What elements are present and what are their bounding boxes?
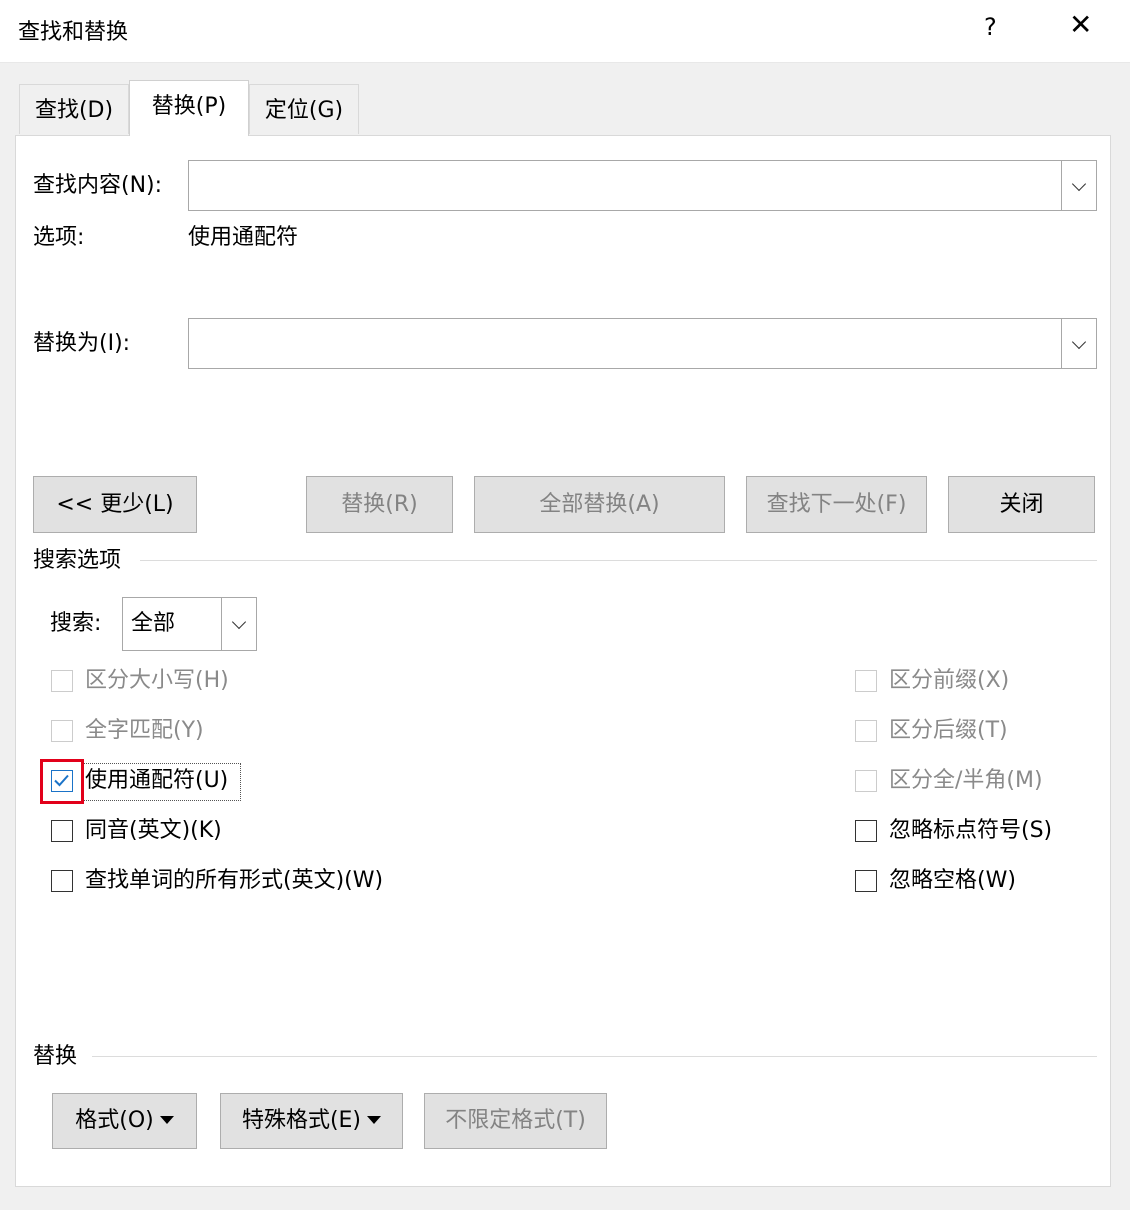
whole-word-checkbox[interactable] [51, 720, 73, 742]
find-next-button[interactable]: 查找下一处(F) [746, 476, 927, 533]
match-suffix-checkbox[interactable] [855, 720, 877, 742]
search-direction-select[interactable]: 全部 [122, 597, 257, 651]
search-direction-value: 全部 [131, 611, 176, 636]
match-width-label: 区分全/半角(M) [889, 768, 1043, 793]
match-case-label: 区分大小写(H) [85, 668, 229, 693]
replace-button[interactable]: 替换(R) [306, 476, 453, 533]
ignore-punctuation-checkbox[interactable] [855, 820, 877, 842]
tab-replace[interactable]: 替换(P) [129, 80, 249, 136]
dialog-title: 查找和替换 [18, 20, 129, 45]
find-combo[interactable] [188, 160, 1097, 211]
replace-label: 替换为(I): [33, 331, 131, 356]
dropdown-arrow-icon [159, 1116, 174, 1124]
match-prefix-checkbox[interactable] [855, 670, 877, 692]
whole-word-label: 全字匹配(Y) [85, 718, 204, 743]
ignore-whitespace-checkbox[interactable] [855, 870, 877, 892]
find-label: 查找内容(N): [33, 173, 163, 198]
search-options-heading: 搜索选项 [33, 548, 122, 573]
chevron-down-icon [1071, 334, 1087, 349]
less-button[interactable]: << 更少(L) [33, 476, 197, 533]
special-button[interactable]: 特殊格式(E) [220, 1093, 403, 1149]
check-icon [54, 774, 69, 787]
search-direction-label: 搜索: [50, 611, 102, 636]
match-case-checkbox[interactable] [51, 670, 73, 692]
chevron-down-icon [231, 614, 247, 630]
match-suffix-label: 区分后缀(T) [889, 718, 1008, 743]
replace-section-divider [92, 1056, 1097, 1057]
all-word-forms-checkbox[interactable] [51, 870, 73, 892]
ignore-whitespace-label: 忽略空格(W) [889, 868, 1016, 893]
format-button[interactable]: 格式(O) [52, 1093, 197, 1149]
options-value: 使用通配符 [188, 225, 299, 250]
tab-goto[interactable]: 定位(G) [249, 84, 359, 134]
find-dropdown-button[interactable] [1061, 161, 1096, 210]
tab-find[interactable]: 查找(D) [19, 84, 129, 134]
close-icon[interactable]: ✕ [1069, 11, 1092, 39]
tab-panel [15, 135, 1111, 1187]
no-formatting-button[interactable]: 不限定格式(T) [424, 1093, 607, 1149]
replace-dropdown-button[interactable] [1061, 319, 1096, 368]
dropdown-arrow-icon [367, 1116, 382, 1124]
search-options-divider [140, 560, 1097, 561]
search-direction-dropdown[interactable] [221, 598, 256, 650]
all-word-forms-label: 查找单词的所有形式(英文)(W) [85, 868, 384, 893]
title-bar [0, 0, 1130, 63]
replace-all-button[interactable]: 全部替换(A) [474, 476, 725, 533]
replace-section-heading: 替换 [33, 1044, 78, 1069]
special-button-label: 特殊格式(E) [241, 1108, 362, 1133]
chevron-down-icon [1071, 176, 1087, 191]
wildcards-label: 使用通配符(U) [85, 768, 229, 793]
help-button[interactable]: ? [984, 13, 997, 41]
sounds-like-label: 同音(英文)(K) [85, 818, 222, 843]
close-button[interactable]: 关闭 [948, 476, 1095, 533]
sounds-like-checkbox[interactable] [51, 820, 73, 842]
match-prefix-label: 区分前缀(X) [889, 668, 1010, 693]
format-button-label: 格式(O) [75, 1108, 154, 1133]
ignore-punctuation-label: 忽略标点符号(S) [889, 818, 1053, 843]
replace-combo[interactable] [188, 318, 1097, 369]
options-label: 选项: [33, 225, 85, 250]
wildcards-checkbox[interactable] [51, 770, 73, 792]
match-width-checkbox[interactable] [855, 770, 877, 792]
